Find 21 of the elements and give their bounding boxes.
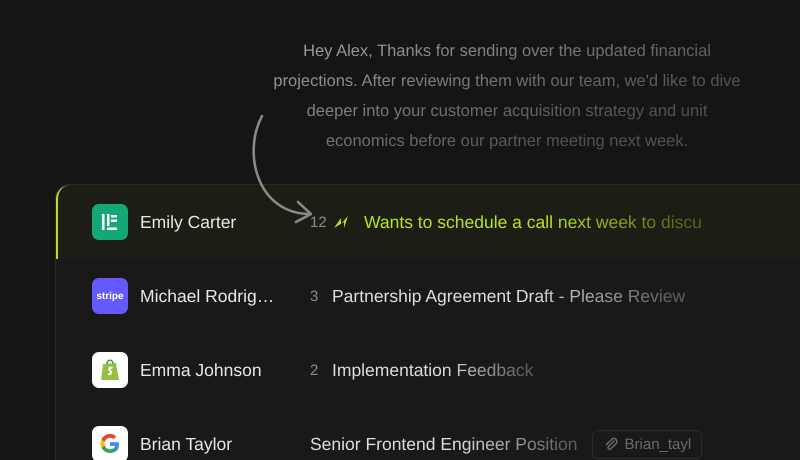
message-subject: Implementation Feedback xyxy=(332,360,534,380)
sender-name: Emma Johnson xyxy=(140,360,263,380)
message-subject: Wants to schedule a call next week to discu xyxy=(364,212,702,232)
message-subject: Senior Frontend Engineer Position xyxy=(310,434,578,454)
message-count: 2 xyxy=(310,362,320,378)
message-count: 12 xyxy=(310,214,328,230)
sender-name: Brian Taylor xyxy=(140,434,234,454)
sender-name: Emily Carter xyxy=(140,212,238,232)
message-subject: Partnership Agreement Draft - Please Review xyxy=(332,286,686,306)
sender-name: Michael Rodrig… xyxy=(140,286,276,306)
paperclip-icon xyxy=(602,436,619,452)
message-row[interactable]: Brian Taylor Senior Frontend Engineer Position Brian_tayl xyxy=(56,407,800,460)
company-logo xyxy=(92,204,128,240)
logo-wordmark: stripe xyxy=(96,290,124,302)
message-row[interactable]: Emily Carter 12 Wants to schedule a call next week to discu xyxy=(56,185,800,259)
message-preview: Hey Alex, Thanks for sending over the updated financial projections. After reviewing them with our team, we'd like to dive deeper into your customer acquisition strategy and unit economics before our partner meeting next week. xyxy=(272,41,742,152)
message-row[interactable]: Emma Johnson 2 Implementation Feedback xyxy=(56,333,800,407)
google-logo xyxy=(92,426,128,460)
message-row[interactable]: stripe Michael Rodrig… 3 Partnership Agreement Draft - Please Review xyxy=(56,259,800,333)
message-count: 3 xyxy=(310,288,320,304)
shopping-bag-logo xyxy=(92,352,128,388)
